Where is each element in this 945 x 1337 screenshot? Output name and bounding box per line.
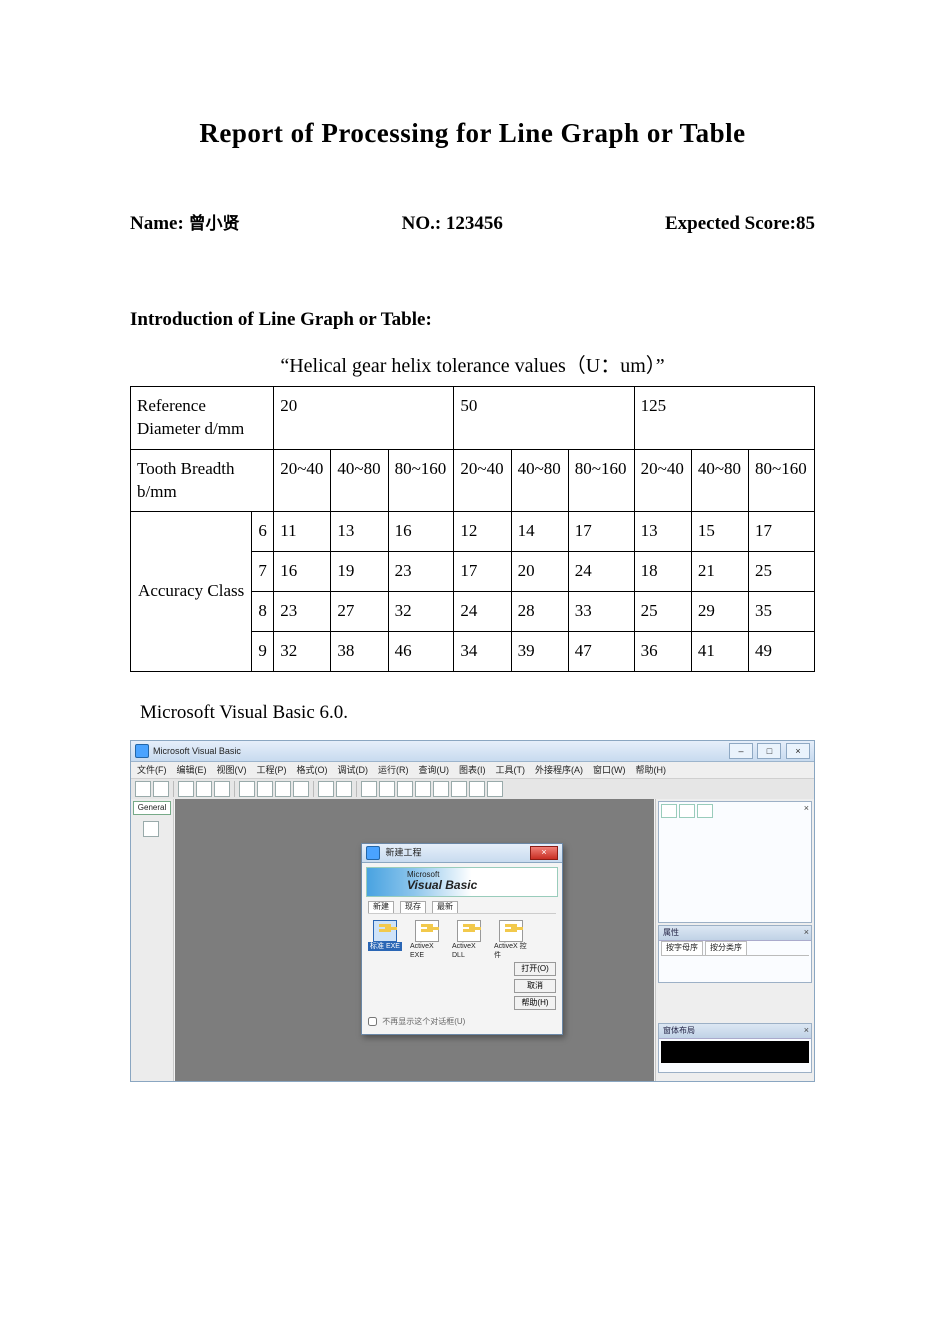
project-type-option[interactable]: ActiveX 控件 — [494, 920, 528, 961]
toolbar-icon[interactable] — [415, 781, 431, 797]
dialog-tab[interactable]: 最新 — [432, 901, 458, 913]
menu-item[interactable]: 编辑(E) — [177, 764, 207, 776]
menu-item[interactable]: 文件(F) — [137, 764, 167, 776]
student-name: Name: 曾小贤 — [130, 211, 240, 237]
table-row: ReferenceDiameter d/mm 20 50 125 — [131, 386, 815, 449]
open-button[interactable]: 打开(O) — [514, 962, 556, 976]
toolbar-icon[interactable] — [487, 781, 503, 797]
minimize-icon[interactable]: – — [729, 743, 753, 759]
project-activex-exe-icon — [415, 920, 439, 942]
toolbar-icon[interactable] — [257, 781, 273, 797]
props-tab[interactable]: 按字母序 — [661, 941, 703, 955]
table-row: Tooth Breadthb/mm 20~40 40~80 80~160 20~… — [131, 449, 815, 512]
pointer-tool-icon[interactable] — [143, 821, 159, 837]
close-icon[interactable]: × — [804, 1024, 809, 1036]
dialog-tab[interactable]: 新建 — [368, 901, 394, 913]
toolbar[interactable] — [131, 779, 814, 800]
toolbox-tab[interactable]: General — [133, 801, 171, 815]
project-type-option[interactable]: 标准 EXE — [368, 920, 402, 951]
project-type-option[interactable]: ActiveX EXE — [410, 920, 444, 961]
report-title: Report of Processing for Line Graph or T… — [130, 115, 815, 151]
dont-show-again[interactable]: 不再显示这个对话框(U) — [368, 1017, 465, 1028]
project-activex-ctl-icon — [499, 920, 523, 942]
maximize-icon[interactable]: □ — [757, 743, 781, 759]
props-tab[interactable]: 按分类序 — [705, 941, 747, 955]
toolbar-icon[interactable] — [153, 781, 169, 797]
close-icon[interactable]: × — [786, 743, 810, 759]
menu-item[interactable]: 工程(P) — [257, 764, 287, 776]
close-icon[interactable]: × — [804, 802, 809, 814]
dialog-tab[interactable]: 现存 — [400, 901, 426, 913]
dialog-title: 新建工程 — [386, 847, 422, 857]
vb-titlebar[interactable]: Microsoft Visual Basic – □ × — [131, 741, 814, 762]
dialog-banner: Microsoft Visual Basic — [366, 867, 558, 897]
menu-item[interactable]: 工具(T) — [496, 764, 526, 776]
properties-pane[interactable]: 属性 × 按字母序 按分类序 — [658, 925, 812, 983]
menu-item[interactable]: 调试(D) — [338, 764, 369, 776]
toolbar-icon[interactable] — [361, 781, 377, 797]
menubar[interactable]: 文件(F) 编辑(E) 视图(V) 工程(P) 格式(O) 调试(D) 运行(R… — [131, 762, 814, 779]
toolbar-icon[interactable] — [469, 781, 485, 797]
toolbar-icon[interactable] — [451, 781, 467, 797]
layout-preview — [661, 1041, 809, 1063]
project-type-option[interactable]: ActiveX DLL — [452, 920, 486, 961]
toolbar-icon[interactable] — [239, 781, 255, 797]
student-info: Name: 曾小贤 NO.: 123456 Expected Score:85 — [130, 211, 815, 237]
tolerance-table: ReferenceDiameter d/mm 20 50 125 Tooth B… — [130, 386, 815, 673]
toolbar-icon[interactable] — [135, 781, 151, 797]
toolbar-icon[interactable] — [196, 781, 212, 797]
menu-item[interactable]: 视图(V) — [217, 764, 247, 776]
intro-heading: Introduction of Line Graph or Table: — [130, 307, 815, 333]
dialog-tabs[interactable]: 新建 现存 最新 — [368, 901, 556, 914]
student-no: NO.: 123456 — [402, 211, 503, 237]
menu-item[interactable]: 格式(O) — [297, 764, 328, 776]
cancel-button[interactable]: 取消 — [514, 979, 556, 993]
header-accuracy-class: Accuracy Class — [131, 512, 252, 672]
vb-ide-screenshot: Microsoft Visual Basic – □ × 文件(F) 编辑(E)… — [130, 740, 815, 1082]
toolbar-icon[interactable] — [336, 781, 352, 797]
header-tooth-breadth: Tooth Breadthb/mm — [131, 449, 274, 512]
table-caption: “Helical gear helix tolerance values（U：u… — [130, 353, 815, 380]
toolbar-icon[interactable] — [318, 781, 334, 797]
expected-score: Expected Score:85 — [665, 211, 815, 237]
menu-item[interactable]: 外接程序(A) — [535, 764, 583, 776]
project-explorer-pane[interactable]: × — [658, 801, 812, 923]
menu-item[interactable]: 运行(R) — [378, 764, 409, 776]
toolbar-icon[interactable] — [178, 781, 194, 797]
table-row: Accuracy Class 6 11 13 16 12 14 17 13 15… — [131, 512, 815, 552]
project-activex-dll-icon — [457, 920, 481, 942]
dialog-close-icon[interactable]: × — [530, 846, 558, 860]
header-reference-diameter: ReferenceDiameter d/mm — [131, 386, 274, 449]
toolbar-icon[interactable] — [379, 781, 395, 797]
new-project-dialog[interactable]: 新建工程 × Microsoft Visual Basic 新建 现存 最新 — [361, 843, 563, 1035]
close-icon[interactable]: × — [804, 926, 809, 938]
vb-logo-icon — [366, 846, 380, 860]
vb-version-note: Microsoft Visual Basic 6.0. — [140, 700, 815, 726]
toolbar-icon[interactable] — [214, 781, 230, 797]
menu-item[interactable]: 图表(I) — [459, 764, 486, 776]
help-button[interactable]: 帮助(H) — [514, 996, 556, 1010]
window-buttons[interactable]: – □ × — [727, 743, 810, 759]
menu-item[interactable]: 窗口(W) — [593, 764, 626, 776]
vb-logo-icon — [135, 744, 149, 758]
project-exe-icon — [373, 920, 397, 942]
toolbar-icon[interactable] — [433, 781, 449, 797]
menu-item[interactable]: 帮助(H) — [636, 764, 667, 776]
pane-button-icon[interactable] — [661, 804, 677, 818]
menu-item[interactable]: 查询(U) — [419, 764, 450, 776]
pane-button-icon[interactable] — [697, 804, 713, 818]
toolbox-panel[interactable]: General — [131, 799, 174, 1081]
toolbar-icon[interactable] — [293, 781, 309, 797]
dont-show-checkbox[interactable] — [368, 1017, 377, 1026]
pane-button-icon[interactable] — [679, 804, 695, 818]
form-layout-pane[interactable]: 窗体布局 × — [658, 1023, 812, 1073]
toolbar-icon[interactable] — [275, 781, 291, 797]
project-type-list[interactable]: 标准 EXE ActiveX EXE ActiveX DLL ActiveX 控… — [368, 920, 556, 961]
toolbar-icon[interactable] — [397, 781, 413, 797]
vb-app-title: Microsoft Visual Basic — [153, 745, 241, 757]
